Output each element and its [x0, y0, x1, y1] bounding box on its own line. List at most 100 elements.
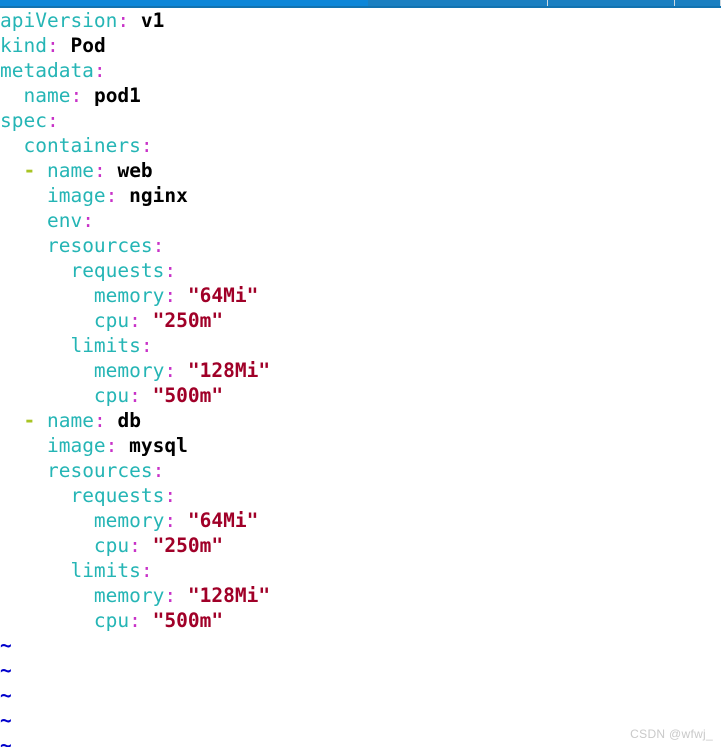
yaml-string-value: "64Mi" — [187, 509, 259, 532]
code-line[interactable]: apiVersion: v1 — [0, 8, 721, 33]
yaml-value: web — [117, 159, 153, 182]
yaml-value: pod1 — [93, 84, 141, 107]
empty-line-row: ~ — [0, 683, 721, 708]
yaml-key: env — [46, 209, 83, 232]
yaml-colon: : — [93, 159, 106, 182]
yaml-key: memory — [93, 359, 165, 382]
yaml-colon: : — [164, 284, 177, 307]
value-gap — [141, 384, 153, 407]
code-line[interactable]: memory: "64Mi" — [0, 283, 721, 308]
yaml-string-value: "128Mi" — [187, 584, 271, 607]
code-line[interactable]: kind: Pod — [0, 33, 721, 58]
yaml-string-value: "128Mi" — [187, 359, 271, 382]
code-line[interactable]: cpu: "500m" — [0, 383, 721, 408]
empty-line-tilde-icon: ~ — [0, 734, 12, 747]
yaml-string-value: "500m" — [152, 609, 224, 632]
yaml-colon: : — [164, 259, 177, 282]
code-line[interactable]: requests: — [0, 483, 721, 508]
code-line[interactable]: memory: "128Mi" — [0, 358, 721, 383]
yaml-key: cpu — [93, 309, 130, 332]
dash-gap — [35, 159, 47, 182]
yaml-colon: : — [140, 134, 153, 157]
yaml-key: cpu — [93, 384, 130, 407]
code-line[interactable]: image: nginx — [0, 183, 721, 208]
yaml-value: db — [117, 409, 141, 432]
code-line[interactable]: resources: — [0, 458, 721, 483]
value-gap — [176, 359, 188, 382]
yaml-colon: : — [70, 84, 83, 107]
empty-line-row: ~ — [0, 733, 721, 747]
yaml-colon: : — [46, 109, 59, 132]
code-line[interactable]: env: — [0, 208, 721, 233]
code-line[interactable]: memory: "128Mi" — [0, 583, 721, 608]
value-gap — [141, 534, 153, 557]
code-line[interactable]: metadata: — [0, 58, 721, 83]
yaml-key: limits — [70, 334, 141, 357]
yaml-colon: : — [93, 409, 106, 432]
value-gap — [176, 284, 188, 307]
value-gap — [141, 609, 153, 632]
yaml-colon: : — [129, 609, 141, 632]
code-line[interactable]: - name: web — [0, 158, 721, 183]
yaml-key: resources — [46, 234, 153, 257]
yaml-key: requests — [70, 484, 165, 507]
code-line[interactable]: containers: — [0, 133, 721, 158]
yaml-key: metadata — [0, 59, 94, 82]
code-line[interactable]: image: mysql — [0, 433, 721, 458]
code-line[interactable]: spec: — [0, 108, 721, 133]
yaml-key: limits — [70, 559, 141, 582]
value-gap — [117, 434, 129, 457]
yaml-colon: : — [105, 434, 118, 457]
yaml-colon: : — [164, 484, 177, 507]
yaml-colon: : — [82, 209, 94, 232]
empty-line-row: ~ — [0, 708, 721, 733]
code-line[interactable]: limits: — [0, 333, 721, 358]
code-line[interactable]: cpu: "250m" — [0, 533, 721, 558]
value-gap — [176, 509, 188, 532]
yaml-key: containers — [23, 134, 141, 157]
code-line[interactable]: name: pod1 — [0, 83, 721, 108]
yaml-code-editor[interactable]: apiVersion: v1 kind: Pod metadata: name: p… — [0, 8, 721, 747]
yaml-key: cpu — [93, 534, 130, 557]
yaml-key: resources — [46, 459, 153, 482]
code-line[interactable]: cpu: "500m" — [0, 608, 721, 633]
yaml-list-dash: - — [23, 159, 36, 182]
yaml-colon: : — [129, 384, 141, 407]
yaml-colon: : — [129, 534, 141, 557]
yaml-colon: : — [93, 59, 106, 82]
empty-line-row: ~ — [0, 633, 721, 658]
dash-gap — [35, 409, 47, 432]
yaml-key: memory — [93, 284, 165, 307]
csdn-watermark: CSDN @wfwj_ — [630, 727, 713, 741]
yaml-key: image — [46, 184, 106, 207]
code-line[interactable]: resources: — [0, 233, 721, 258]
yaml-key: memory — [93, 509, 165, 532]
yaml-colon: : — [46, 34, 59, 57]
code-line[interactable]: cpu: "250m" — [0, 308, 721, 333]
value-gap — [176, 584, 188, 607]
code-line[interactable]: - name: db — [0, 408, 721, 433]
value-gap — [141, 309, 153, 332]
empty-line-tilde-icon: ~ — [0, 659, 12, 682]
code-line[interactable]: requests: — [0, 258, 721, 283]
yaml-string-value: "64Mi" — [187, 284, 259, 307]
code-line[interactable]: limits: — [0, 558, 721, 583]
code-line[interactable]: memory: "64Mi" — [0, 508, 721, 533]
yaml-colon: : — [117, 9, 130, 32]
yaml-colon: : — [140, 559, 153, 582]
empty-line-tilde-icon: ~ — [0, 709, 12, 732]
value-gap — [106, 159, 118, 182]
yaml-colon: : — [164, 359, 177, 382]
